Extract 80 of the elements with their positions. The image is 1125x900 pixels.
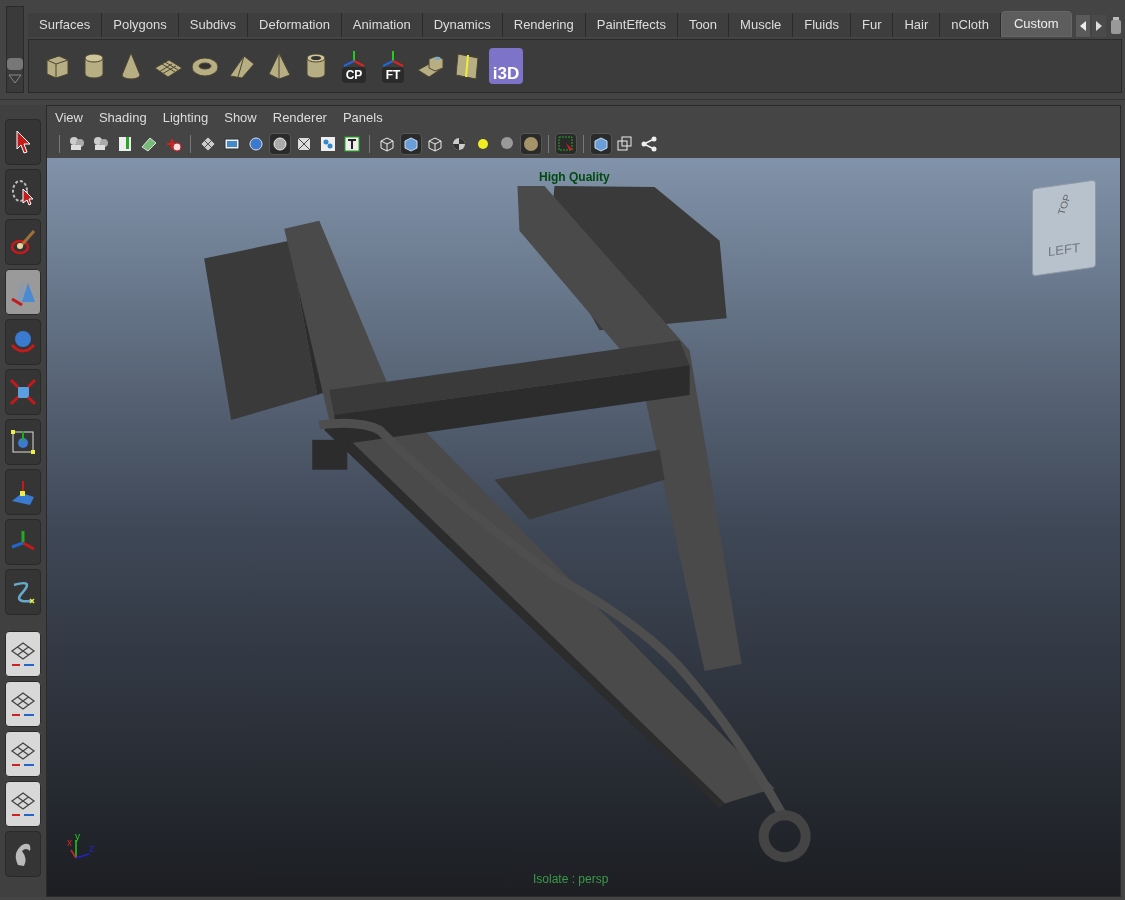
left-arrow-icon [1079, 21, 1086, 31]
tool-button[interactable] [5, 831, 41, 877]
shelf-tab[interactable]: Fur [850, 13, 894, 37]
panel-menu[interactable]: View [55, 108, 83, 128]
scale-cube-icon [8, 377, 38, 407]
3d-viewport[interactable]: High Quality TOP LEFT x y z Isolate : persp [47, 158, 1120, 896]
shelf-button[interactable]: CP [337, 46, 371, 86]
shelf-button[interactable]: FT [376, 46, 410, 86]
shaded-cube-icon [592, 135, 610, 153]
selection-cursor-icon [557, 135, 575, 153]
view-cube-face-label: LEFT [1048, 238, 1080, 261]
trash-button[interactable] [1109, 15, 1122, 37]
film-strip-icon [223, 135, 241, 153]
panel-menu[interactable]: Renderer [272, 108, 327, 128]
shaded-cube-toggle[interactable] [590, 133, 612, 155]
tool-button[interactable] [5, 781, 41, 827]
shelf-icon-label: FT [381, 67, 405, 83]
grid-icon [199, 135, 217, 153]
tool-button[interactable] [5, 631, 41, 677]
sphere-icon [247, 135, 265, 153]
isolate-label: Isolate : persp [533, 871, 609, 888]
shelf-tab[interactable]: Deformation [248, 13, 342, 37]
wireframe-cube-icon [378, 135, 396, 153]
scroll-left-button[interactable] [1075, 15, 1090, 37]
paint-brush-icon [8, 227, 38, 257]
shelf-handle[interactable] [6, 6, 24, 93]
dots-icon [319, 135, 337, 153]
image-plane-icon [140, 135, 158, 153]
tool-button[interactable] [5, 569, 41, 615]
tool-button[interactable] [5, 169, 41, 215]
shelf-tab[interactable]: Custom [1000, 11, 1072, 37]
right-arrow-icon [1095, 21, 1102, 31]
tool-button[interactable] [5, 681, 41, 727]
panel-menu[interactable]: Shading [98, 108, 147, 128]
quality-label: High Quality [539, 169, 610, 186]
camera-icon [68, 135, 86, 153]
text-icon [343, 135, 361, 153]
shaded-cube-toggle[interactable] [400, 133, 422, 155]
tool-button[interactable] [5, 119, 41, 165]
text-toggle[interactable] [341, 133, 363, 155]
shelf-tab[interactable]: Animation [341, 13, 423, 37]
shelf-tab[interactable]: PaintEffects [585, 13, 678, 37]
shelf-tab[interactable]: Muscle [729, 13, 794, 37]
shelf-tab[interactable]: Toon [677, 13, 730, 37]
manipulator-cube-icon [8, 427, 38, 457]
panel-menu[interactable]: Lighting [162, 108, 209, 128]
view-cube-top-label: TOP [1054, 192, 1074, 217]
shelf-button[interactable]: i3D [489, 46, 523, 86]
shelf-tab[interactable]: Dynamics [422, 13, 503, 37]
shelf-tab[interactable]: Surfaces [28, 13, 103, 37]
shelf-icon-label: CP [341, 67, 367, 83]
panel-menu[interactable]: Show [224, 108, 257, 128]
shelf-tab[interactable]: Hair [893, 13, 941, 37]
lit-sphere-toggle[interactable] [520, 133, 542, 155]
bookmark-icon [116, 135, 134, 153]
shelf-tab[interactable]: Subdivs [178, 13, 249, 37]
shelf-tab[interactable]: Fluids [793, 13, 851, 37]
scroll-right-button[interactable] [1091, 15, 1106, 37]
shelf-tab[interactable]: Polygons [102, 13, 179, 37]
circle-toggle[interactable] [269, 133, 291, 155]
striped-ball-icon [450, 135, 468, 153]
crossed-square-icon [295, 135, 313, 153]
tool-button[interactable] [5, 369, 41, 415]
camera-icon [92, 135, 110, 153]
shelf-tab[interactable]: nCloth [940, 13, 1001, 37]
lit-sphere-icon [522, 135, 540, 153]
tool-button[interactable] [5, 269, 41, 315]
trash-icon [1109, 17, 1122, 35]
node-graph-icon [640, 135, 658, 153]
shelf-tab[interactable]: Rendering [502, 13, 586, 37]
circle-icon [271, 135, 289, 153]
panel-menu[interactable]: Panels [342, 108, 383, 128]
overlap-squares-icon [616, 135, 634, 153]
selection-cursor-toggle[interactable] [555, 133, 577, 155]
wireframe-cube-icon [426, 135, 444, 153]
dropdown-caret-icon[interactable] [8, 74, 22, 84]
shaded-cube-icon [402, 135, 420, 153]
tool-button[interactable] [5, 419, 41, 465]
grip-icon [7, 58, 23, 70]
tool-button[interactable] [5, 731, 41, 777]
